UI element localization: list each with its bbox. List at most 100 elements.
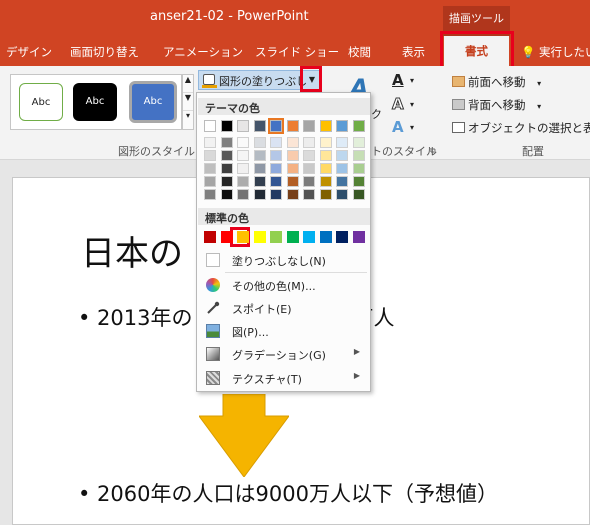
theme-shade-swatch[interactable] <box>352 163 365 174</box>
theme-shade-swatch[interactable] <box>237 189 249 200</box>
theme-shade-swatch[interactable] <box>319 137 332 148</box>
theme-shade-swatch[interactable] <box>286 150 299 161</box>
theme-shade-swatch[interactable] <box>303 189 315 200</box>
selection-pane-button[interactable]: オブジェクトの選択と表示 <box>452 120 590 136</box>
theme-shade-swatch[interactable] <box>204 163 216 174</box>
theme-shade-swatch[interactable] <box>336 150 348 161</box>
theme-shade-swatch[interactable] <box>204 150 216 161</box>
tell-me-search[interactable]: 💡 実行したい <box>521 44 590 60</box>
theme-shade-swatch[interactable] <box>286 189 299 200</box>
tab-design[interactable]: デザイン <box>6 44 52 60</box>
theme-shade-swatch[interactable] <box>204 176 216 187</box>
theme-shade-swatch[interactable] <box>204 137 216 148</box>
theme-color-swatch[interactable] <box>352 120 365 132</box>
standard-color-swatch[interactable] <box>303 231 315 243</box>
shape-style-dark[interactable]: Abc <box>73 83 117 121</box>
gradient-item[interactable]: グラデーション(G) ▶ <box>198 343 370 365</box>
theme-shade-swatch[interactable] <box>253 150 266 161</box>
eyedropper-item[interactable]: スポイト(E) <box>198 297 370 319</box>
bullet-2[interactable]: • 2060年の人口は9000万人以下（予想値） <box>78 478 498 508</box>
theme-shade-swatch[interactable] <box>253 189 266 200</box>
theme-shade-swatch[interactable] <box>336 189 348 200</box>
bring-forward-dropdown-icon[interactable]: ▾ <box>537 79 541 88</box>
theme-color-swatch[interactable] <box>303 120 315 132</box>
standard-color-swatch[interactable] <box>220 231 233 243</box>
theme-shade-swatch[interactable] <box>319 189 332 200</box>
theme-shade-swatch[interactable] <box>319 163 332 174</box>
theme-shade-swatch[interactable] <box>352 150 365 161</box>
theme-shade-swatch[interactable] <box>319 176 332 187</box>
text-fill-dropdown-icon[interactable]: ▾ <box>410 76 414 85</box>
theme-color-swatch[interactable] <box>268 118 284 134</box>
send-backward-button[interactable]: 背面へ移動 ▾ <box>452 97 541 113</box>
standard-color-swatch[interactable] <box>253 231 266 243</box>
text-effects-icon[interactable]: A <box>392 118 404 136</box>
picture-item[interactable]: 図(P)... <box>198 320 370 342</box>
theme-shade-swatch[interactable] <box>303 163 315 174</box>
theme-color-swatch[interactable] <box>286 120 299 132</box>
tab-animations[interactable]: アニメーション <box>163 44 243 60</box>
theme-shade-swatch[interactable] <box>303 176 315 187</box>
theme-shade-swatch[interactable] <box>303 137 315 148</box>
theme-shade-swatch[interactable] <box>204 189 216 200</box>
theme-shade-swatch[interactable] <box>270 176 282 187</box>
bring-forward-button[interactable]: 前面へ移動 ▾ <box>452 74 541 90</box>
standard-color-swatch-selected[interactable] <box>237 231 249 243</box>
theme-shade-swatch[interactable] <box>352 176 365 187</box>
standard-color-swatch[interactable] <box>286 231 299 243</box>
standard-color-swatch[interactable] <box>204 231 216 243</box>
theme-shade-swatch[interactable] <box>303 150 315 161</box>
theme-shade-swatch[interactable] <box>286 163 299 174</box>
theme-shade-swatch[interactable] <box>336 176 348 187</box>
theme-shade-swatch[interactable] <box>220 163 233 174</box>
theme-shade-swatch[interactable] <box>336 163 348 174</box>
theme-shade-swatch[interactable] <box>253 163 266 174</box>
more-colors-item[interactable]: その他の色(M)... <box>198 274 370 296</box>
theme-shade-swatch[interactable] <box>270 163 282 174</box>
no-fill-item[interactable]: 塗りつぶしなし(N) <box>198 249 370 271</box>
gallery-scroll[interactable]: ▲ ▼ ▾ <box>182 74 194 130</box>
theme-shade-swatch[interactable] <box>237 150 249 161</box>
theme-shade-swatch[interactable] <box>270 137 282 148</box>
shape-style-outline[interactable]: Abc <box>19 83 63 121</box>
theme-color-swatch[interactable] <box>319 120 332 132</box>
shape-style-blue-selected[interactable]: Abc <box>129 81 177 123</box>
send-backward-dropdown-icon[interactable]: ▾ <box>537 102 541 111</box>
theme-shade-swatch[interactable] <box>237 163 249 174</box>
standard-color-swatch[interactable] <box>319 231 332 243</box>
tab-review[interactable]: 校閲 <box>348 44 371 60</box>
gallery-up-icon[interactable]: ▲ <box>183 75 193 93</box>
theme-shade-swatch[interactable] <box>220 176 233 187</box>
theme-shade-swatch[interactable] <box>319 150 332 161</box>
theme-shade-swatch[interactable] <box>220 137 233 148</box>
tab-transitions[interactable]: 画面切り替え <box>70 44 139 60</box>
theme-shade-swatch[interactable] <box>253 176 266 187</box>
standard-color-swatch[interactable] <box>352 231 365 243</box>
theme-shade-swatch[interactable] <box>253 137 266 148</box>
theme-color-swatch[interactable] <box>220 120 233 132</box>
dialog-launcher-icon[interactable]: ⧉ <box>430 146 436 156</box>
theme-color-swatch[interactable] <box>204 120 216 132</box>
theme-shade-swatch[interactable] <box>237 176 249 187</box>
theme-shade-swatch[interactable] <box>286 137 299 148</box>
theme-shade-swatch[interactable] <box>352 137 365 148</box>
text-outline-dropdown-icon[interactable]: ▾ <box>410 100 414 109</box>
gallery-down-icon[interactable]: ▼ <box>183 93 193 111</box>
theme-shade-swatch[interactable] <box>286 176 299 187</box>
standard-color-swatch[interactable] <box>336 231 348 243</box>
tab-view[interactable]: 表示 <box>402 44 425 60</box>
standard-color-swatch[interactable] <box>270 231 282 243</box>
theme-color-swatch[interactable] <box>237 120 249 132</box>
theme-shade-swatch[interactable] <box>220 189 233 200</box>
theme-shade-swatch[interactable] <box>336 137 348 148</box>
gallery-more-icon[interactable]: ▾ <box>183 111 193 129</box>
tab-slideshow[interactable]: スライド ショー <box>255 44 339 60</box>
down-arrow-shape[interactable] <box>199 394 289 477</box>
theme-color-swatch[interactable] <box>336 120 348 132</box>
theme-shade-swatch[interactable] <box>270 189 282 200</box>
theme-shade-swatch[interactable] <box>237 137 249 148</box>
theme-color-swatch[interactable] <box>253 120 266 132</box>
theme-shade-swatch[interactable] <box>352 189 365 200</box>
theme-shade-swatch[interactable] <box>220 150 233 161</box>
theme-shade-swatch[interactable] <box>270 150 282 161</box>
